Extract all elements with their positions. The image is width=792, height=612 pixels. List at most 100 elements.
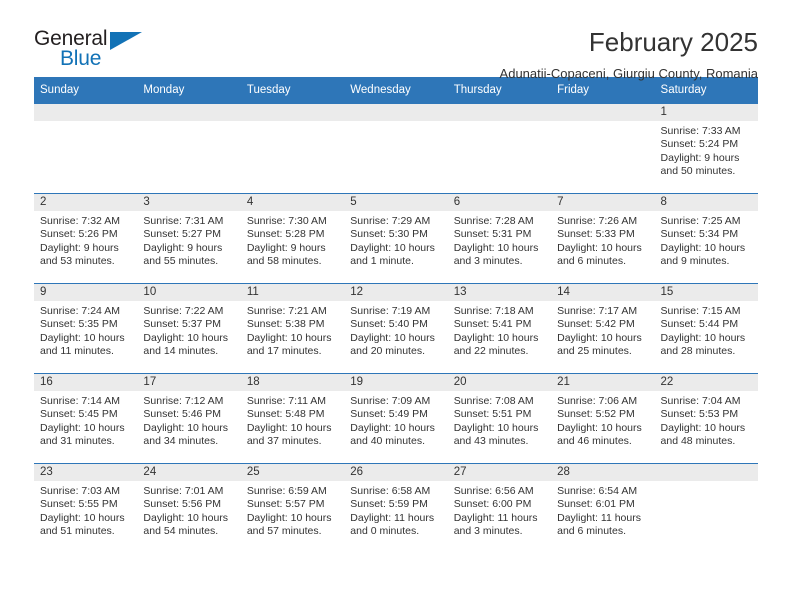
daylight-text-line2: and 54 minutes. [143, 525, 219, 538]
sunrise-text: Sunrise: 7:04 AM [660, 395, 741, 407]
sunset-text: Sunset: 5:56 PM [143, 498, 222, 511]
day-number: 23 [34, 464, 138, 481]
day-cell[interactable]: 16 Sunrise: 7:14 AM Sunset: 5:45 PM Dayligh… [34, 374, 138, 463]
day-cell[interactable]: 5 Sunrise: 7:29 AM Sunset: 5:30 PM Daylight… [344, 194, 448, 283]
calendar-cell: 1 Sunrise: 7:33 AM Sunset: 5:24 PM Daylight… [654, 104, 758, 194]
day-cell[interactable]: 6 Sunrise: 7:28 AM Sunset: 5:31 PM Daylight… [447, 194, 552, 283]
day-number: 16 [34, 374, 138, 391]
daylight-text-line1: Daylight: 10 hours [453, 331, 539, 344]
day-number [551, 104, 655, 121]
day-cell[interactable]: 15 Sunrise: 7:15 AM Sunset: 5:44 PM Dayligh… [654, 284, 758, 373]
day-details: Sunrise: 7:11 AM Sunset: 5:48 PM Daylight:… [241, 391, 344, 449]
daylight-text-line2: and 28 minutes. [660, 345, 736, 358]
day-cell[interactable]: 12 Sunrise: 7:19 AM Sunset: 5:40 PM Dayligh… [344, 284, 448, 373]
calendar-cell: 6 Sunrise: 7:28 AM Sunset: 5:31 PM Daylight… [447, 193, 552, 284]
day-cell[interactable]: 4 Sunrise: 7:30 AM Sunset: 5:28 PM Daylight… [240, 194, 345, 283]
calendar-cell: 13 Sunrise: 7:18 AM Sunset: 5:41 PM Dayligh… [447, 283, 552, 374]
day-cell[interactable]: 21 Sunrise: 7:06 AM Sunset: 5:52 PM Dayligh… [551, 374, 655, 463]
day-cell[interactable]: 13 Sunrise: 7:18 AM Sunset: 5:41 PM Dayligh… [447, 284, 552, 373]
day-cell[interactable]: 10 Sunrise: 7:22 AM Sunset: 5:37 PM Dayligh… [137, 284, 241, 373]
daylight-text-line1: Daylight: 10 hours [557, 241, 642, 254]
sunrise-text: Sunrise: 7:24 AM [40, 305, 120, 317]
sunset-text: Sunset: 6:01 PM [557, 498, 635, 511]
sunrise-text: Sunrise: 7:26 AM [557, 215, 638, 227]
day-cell[interactable]: 1 Sunrise: 7:33 AM Sunset: 5:24 PM Daylight… [654, 104, 758, 193]
daylight-text-line1: Daylight: 10 hours [40, 511, 125, 524]
calendar-cell: 2 Sunrise: 7:32 AM Sunset: 5:26 PM Daylight… [34, 193, 138, 284]
day-details: Sunrise: 7:26 AM Sunset: 5:33 PM Daylight:… [551, 211, 654, 269]
day-cell[interactable]: 17 Sunrise: 7:12 AM Sunset: 5:46 PM Dayligh… [137, 374, 241, 463]
sunset-text: Sunset: 5:27 PM [143, 228, 222, 241]
day-number: 14 [551, 284, 655, 301]
sunset-text: Sunset: 5:24 PM [660, 138, 739, 151]
daylight-text-line2: and 37 minutes. [246, 435, 322, 448]
daylight-text-line1: Daylight: 10 hours [350, 421, 435, 434]
sunrise-text: Sunrise: 6:58 AM [350, 485, 431, 497]
day-number: 13 [447, 284, 552, 301]
calendar-page: General Blue February 2025 Adunatii-Copa… [0, 0, 792, 612]
sunrise-text: Sunrise: 6:59 AM [246, 485, 327, 497]
day-number: 28 [551, 464, 655, 481]
sunrise-text: Sunrise: 7:32 AM [40, 215, 120, 227]
sunset-text: Sunset: 5:37 PM [143, 318, 222, 331]
day-cell[interactable]: 3 Sunrise: 7:31 AM Sunset: 5:27 PM Daylight… [137, 194, 241, 283]
sunrise-text: Sunrise: 7:06 AM [557, 395, 638, 407]
day-cell[interactable]: 26 Sunrise: 6:58 AM Sunset: 5:59 PM Dayligh… [344, 464, 448, 553]
day-details: Sunrise: 7:31 AM Sunset: 5:27 PM Daylight:… [137, 211, 240, 269]
calendar-cell: 10 Sunrise: 7:22 AM Sunset: 5:37 PM Dayligh… [137, 283, 241, 374]
daylight-text-line1: Daylight: 10 hours [557, 421, 642, 434]
calendar-cell [654, 463, 758, 553]
day-cell[interactable]: 19 Sunrise: 7:09 AM Sunset: 5:49 PM Dayligh… [344, 374, 448, 463]
general-blue-logo[interactable]: General Blue [34, 28, 152, 74]
calendar-cell [137, 104, 241, 194]
calendar-cell: 21 Sunrise: 7:06 AM Sunset: 5:52 PM Dayligh… [551, 373, 655, 464]
day-cell[interactable]: 27 Sunrise: 6:56 AM Sunset: 6:00 PM Dayligh… [447, 464, 552, 553]
weekday-header-monday: Monday [137, 77, 241, 104]
calendar-cell: 14 Sunrise: 7:17 AM Sunset: 5:42 PM Dayligh… [551, 283, 655, 374]
calendar-cell: 8 Sunrise: 7:25 AM Sunset: 5:34 PM Daylight… [654, 193, 758, 284]
daylight-text-line2: and 6 minutes. [557, 525, 626, 538]
calendar-cell: 28 Sunrise: 6:54 AM Sunset: 6:01 PM Dayligh… [551, 463, 655, 553]
day-number: 4 [240, 194, 345, 211]
day-cell[interactable]: 9 Sunrise: 7:24 AM Sunset: 5:35 PM Daylight… [34, 284, 138, 373]
day-details: Sunrise: 7:17 AM Sunset: 5:42 PM Daylight:… [551, 301, 654, 359]
daylight-text-line1: Daylight: 10 hours [350, 241, 435, 254]
day-details: Sunrise: 7:09 AM Sunset: 5:49 PM Daylight:… [344, 391, 447, 449]
day-cell[interactable]: 23 Sunrise: 7:03 AM Sunset: 5:55 PM Dayligh… [34, 464, 138, 553]
day-cell[interactable]: 11 Sunrise: 7:21 AM Sunset: 5:38 PM Dayligh… [240, 284, 345, 373]
day-cell[interactable]: 14 Sunrise: 7:17 AM Sunset: 5:42 PM Dayligh… [551, 284, 655, 373]
day-number: 5 [344, 194, 448, 211]
day-number: 15 [654, 284, 758, 301]
daylight-text-line1: Daylight: 10 hours [246, 331, 332, 344]
day-cell[interactable]: 25 Sunrise: 6:59 AM Sunset: 5:57 PM Dayligh… [240, 464, 345, 553]
day-cell[interactable]: 20 Sunrise: 7:08 AM Sunset: 5:51 PM Dayligh… [447, 374, 552, 463]
day-cell[interactable]: 28 Sunrise: 6:54 AM Sunset: 6:01 PM Dayligh… [551, 464, 655, 553]
day-cell[interactable]: 24 Sunrise: 7:01 AM Sunset: 5:56 PM Dayligh… [137, 464, 241, 553]
day-cell[interactable]: 8 Sunrise: 7:25 AM Sunset: 5:34 PM Daylight… [654, 194, 758, 283]
day-number: 2 [34, 194, 138, 211]
day-cell[interactable]: 18 Sunrise: 7:11 AM Sunset: 5:48 PM Dayligh… [240, 374, 345, 463]
sunset-text: Sunset: 5:45 PM [40, 408, 118, 421]
logo-text-blue: Blue [60, 47, 102, 70]
calendar-cell: 5 Sunrise: 7:29 AM Sunset: 5:30 PM Daylight… [344, 193, 448, 284]
day-details: Sunrise: 7:12 AM Sunset: 5:46 PM Daylight:… [137, 391, 240, 449]
daylight-text-line1: Daylight: 11 hours [350, 511, 435, 524]
daylight-text-line1: Daylight: 10 hours [143, 331, 229, 344]
day-details: Sunrise: 7:08 AM Sunset: 5:51 PM Daylight:… [448, 391, 551, 449]
daylight-text-line2: and 50 minutes. [660, 165, 736, 178]
sunrise-text: Sunrise: 7:17 AM [557, 305, 638, 317]
day-cell[interactable]: 22 Sunrise: 7:04 AM Sunset: 5:53 PM Dayligh… [654, 374, 758, 463]
day-number: 25 [240, 464, 345, 481]
sunset-text: Sunset: 5:59 PM [350, 498, 428, 511]
daylight-text-line1: Daylight: 10 hours [350, 331, 435, 344]
daylight-text-line2: and 51 minutes. [40, 525, 115, 538]
day-details: Sunrise: 7:33 AM Sunset: 5:24 PM Daylight:… [655, 121, 758, 179]
day-details: Sunrise: 7:03 AM Sunset: 5:55 PM Daylight:… [34, 481, 137, 539]
title-block: February 2025 Adunatii-Copaceni, Giurgiu… [500, 28, 758, 81]
day-cell[interactable]: 2 Sunrise: 7:32 AM Sunset: 5:26 PM Daylight… [34, 194, 138, 283]
weekday-header-saturday: Saturday [654, 77, 758, 104]
day-cell[interactable]: 7 Sunrise: 7:26 AM Sunset: 5:33 PM Daylight… [551, 194, 655, 283]
daylight-text-line1: Daylight: 10 hours [453, 241, 539, 254]
sunset-text: Sunset: 5:48 PM [246, 408, 325, 421]
day-details: Sunrise: 7:04 AM Sunset: 5:53 PM Daylight:… [655, 391, 758, 449]
